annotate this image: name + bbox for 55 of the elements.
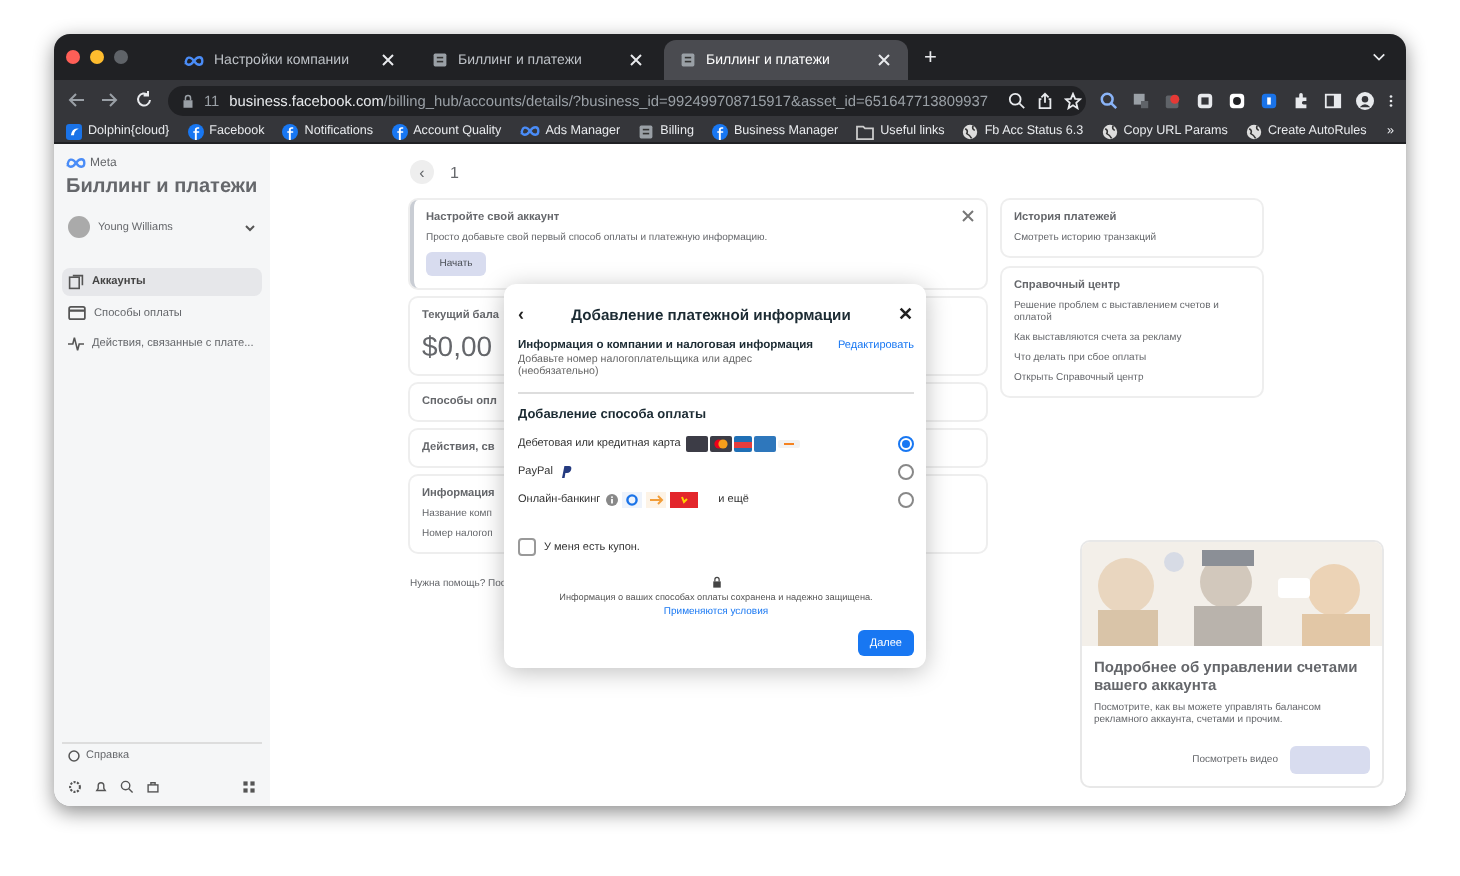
checkbox[interactable] [518,538,536,556]
meta-icon [184,53,204,67]
radio-button[interactable] [898,436,914,452]
extension-icon[interactable] [1260,91,1278,109]
bag-icon[interactable] [146,780,160,794]
forward-icon[interactable] [100,90,120,110]
search-icon[interactable] [1007,91,1026,109]
document-icon [432,52,448,68]
profile-icon[interactable] [1356,91,1374,109]
extension-icon[interactable] [1196,91,1214,109]
back-button[interactable]: ‹ [518,305,524,323]
maximize-window-button[interactable] [114,50,128,64]
paypal-icon [558,464,575,480]
caret-icon [244,223,256,231]
facebook-icon [711,123,728,139]
back-icon[interactable] [66,90,86,110]
menu-icon[interactable] [1388,91,1394,109]
card-logos-icon [686,436,803,452]
lock-icon [711,576,721,588]
radio-button[interactable] [898,492,914,508]
page-number: 1 [450,163,459,181]
back-button[interactable]: ‹ [410,160,434,184]
help-icon [68,750,80,762]
activity-icon [68,336,84,352]
chevron-down-icon[interactable] [1372,52,1386,62]
close-button[interactable]: ✕ [898,305,914,323]
reload-icon[interactable] [134,90,154,110]
info-icon [606,494,619,506]
settings-icon[interactable] [68,780,82,794]
share-icon[interactable] [1035,91,1054,109]
facebook-icon [282,123,299,139]
grid-icon[interactable] [242,780,256,794]
facebook-icon [391,123,408,139]
bell-icon[interactable] [94,780,108,794]
lock-icon [182,93,194,107]
sidebar-title: Биллинг и платежи [64,174,260,202]
meta-logo-icon [66,156,86,170]
card-icon [68,306,86,320]
accounts-icon [68,274,84,290]
meta-icon [519,124,540,138]
facebook-icon [187,123,204,139]
puzzle-icon[interactable] [1292,91,1310,109]
document-icon [680,52,696,68]
zoom-extension-icon[interactable] [1100,91,1118,109]
minimize-window-button[interactable] [90,50,104,64]
folder-icon [856,123,875,139]
balance-value: $0,00 [422,330,493,362]
extension-icon[interactable] [1228,91,1246,109]
radio-button[interactable] [898,464,914,480]
star-icon[interactable] [1063,91,1082,109]
sidebar-icon[interactable] [1324,91,1342,109]
search-icon[interactable] [120,780,134,794]
dolphin-icon [66,123,82,139]
close-window-button[interactable] [66,50,80,64]
new-tab-button[interactable]: + [924,45,937,69]
